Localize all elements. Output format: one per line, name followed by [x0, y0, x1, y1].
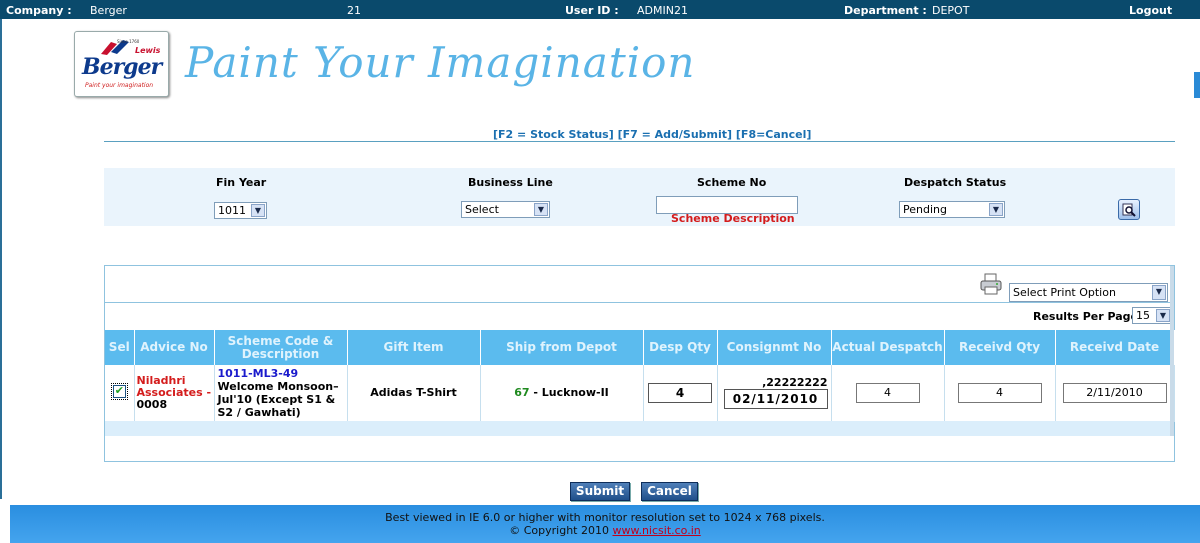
print-option-select[interactable]: Select Print Option ▼	[1009, 283, 1168, 302]
results-per-page-label: Results Per Page:	[1033, 310, 1143, 323]
fin-year-value: 1011	[218, 204, 246, 217]
business-line-value: Select	[465, 203, 499, 216]
col-header: Receivd Date	[1055, 330, 1175, 365]
despatch-status-select[interactable]: Pending ▼	[899, 201, 1005, 218]
depot-name: - Lucknow-II	[529, 386, 609, 400]
col-header: Consignmt No	[717, 330, 832, 365]
business-line-select[interactable]: Select ▼	[461, 201, 550, 218]
print-option-value: Select Print Option	[1013, 286, 1116, 299]
chevron-down-icon: ▼	[1152, 285, 1166, 300]
col-header: Desp Qty	[643, 330, 718, 365]
col-header: Scheme Code & Description	[214, 330, 348, 365]
footer-copyright: © Copyright 2010 www.nicsit.co.in	[10, 524, 1200, 537]
table-header-row: Sel Advice No Scheme Code & Description …	[105, 330, 1175, 365]
submit-button[interactable]: Submit	[570, 482, 630, 501]
top-info-bar: Company : Berger 21 User ID : ADMIN21 De…	[0, 0, 1200, 19]
scheme-description: Welcome Monsoon–Jul'10 (Except S1 & S2 /…	[217, 379, 339, 419]
results-grid: Select Print Option ▼ Results Per Page: …	[104, 265, 1175, 462]
consignment-date-input[interactable]: 02/11/2010	[723, 389, 828, 410]
user-id-label: User ID :	[565, 4, 619, 17]
table-row: Niladhri Associates - 0008 1011-ML3-49 W…	[105, 365, 1175, 422]
advice-number: 0008	[136, 397, 168, 411]
row-select-checkbox[interactable]	[110, 382, 128, 400]
company-value: Berger	[90, 4, 127, 17]
chevron-down-icon: ▼	[989, 203, 1003, 216]
logout-link[interactable]: Logout	[1129, 4, 1172, 17]
received-qty-input[interactable]: 4	[957, 382, 1042, 403]
footer: Best viewed in IE 6.0 or higher with mon…	[10, 505, 1200, 543]
depot-code: 67	[514, 386, 530, 400]
grid-footer-band	[105, 421, 1174, 436]
company-label: Company :	[6, 4, 72, 17]
edge-mark	[1194, 72, 1200, 98]
filter-panel: Fin Year 1011 ▼ Business Line Select ▼ S…	[104, 168, 1175, 226]
actual-despatch-input[interactable]: 4	[855, 382, 920, 403]
berger-logo: Since 1760 Lewis Berger Paint your imagi…	[74, 31, 169, 97]
advice-name: Niladhri Associates -	[136, 373, 212, 399]
logo-tag: Paint your imagination	[85, 82, 154, 89]
advice-table: Sel Advice No Scheme Code & Description …	[105, 330, 1175, 422]
footer-link[interactable]: www.nicsit.co.in	[612, 524, 700, 537]
toolbar-divider	[105, 302, 1174, 303]
fin-year-label: Fin Year	[216, 176, 267, 189]
chevron-down-icon: ▼	[1156, 309, 1170, 322]
hotkey-help: [F2 = Stock Status] [F7 = Add/Submit] [F…	[493, 128, 812, 141]
search-icon	[1122, 203, 1136, 217]
grid-scrollbar[interactable]	[1170, 266, 1174, 436]
col-header: Actual Despatch	[831, 330, 945, 365]
sel-cell	[105, 365, 135, 422]
search-button[interactable]	[1118, 199, 1140, 220]
left-border	[0, 19, 2, 499]
consignment-cell: ,22222222 02/11/2010	[717, 365, 832, 422]
user-id-value: ADMIN21	[637, 4, 688, 17]
business-line-label: Business Line	[468, 176, 553, 189]
tagline: Paint Your Imagination	[185, 38, 696, 87]
chevron-down-icon: ▼	[251, 204, 265, 217]
desp-qty-input[interactable]: 4	[648, 382, 712, 403]
divider	[104, 141, 1175, 142]
actual-despatch-cell: 4	[831, 365, 945, 422]
copyright-text: © Copyright 2010	[509, 524, 613, 537]
received-qty-cell: 4	[944, 365, 1056, 422]
received-date-cell: 2/11/2010	[1055, 365, 1175, 422]
department-value: DEPOT	[932, 4, 970, 17]
col-header: Receivd Qty	[944, 330, 1056, 365]
logo-wordmark: Berger	[82, 54, 162, 80]
results-per-page-select[interactable]: 15 ▼	[1132, 307, 1172, 324]
chevron-down-icon: ▼	[534, 203, 548, 216]
scheme-description-label: Scheme Description	[671, 212, 795, 225]
consignment-number: ,22222222	[762, 376, 828, 390]
col-header: Sel	[105, 330, 135, 365]
gift-item-cell: Adidas T-Shirt	[347, 365, 481, 422]
desp-qty-cell: 4	[643, 365, 718, 422]
fin-year-select[interactable]: 1011 ▼	[214, 202, 267, 219]
received-date-input[interactable]: 2/11/2010	[1062, 382, 1167, 403]
col-header: Gift Item	[347, 330, 481, 365]
depot-cell: 67 - Lucknow-II	[480, 365, 644, 422]
scheme-cell: 1011-ML3-49 Welcome Monsoon–Jul'10 (Exce…	[214, 365, 348, 422]
cancel-button[interactable]: Cancel	[641, 482, 698, 501]
footer-resolution-note: Best viewed in IE 6.0 or higher with mon…	[385, 511, 825, 524]
results-per-page-value: 15	[1136, 309, 1150, 322]
col-header: Advice No	[134, 330, 215, 365]
col-header: Ship from Depot	[480, 330, 644, 365]
scheme-code: 1011-ML3-49	[217, 366, 299, 380]
logo-brush-icon: Since 1760 Lewis	[101, 39, 161, 55]
scheme-no-label: Scheme No	[697, 176, 767, 189]
svg-text:Since 1760: Since 1760	[117, 39, 140, 44]
advice-no-cell: Niladhri Associates - 0008	[134, 365, 215, 422]
department-label: Department :	[844, 4, 927, 17]
despatch-status-value: Pending	[903, 203, 947, 216]
despatch-status-label: Despatch Status	[904, 176, 1007, 189]
company-code: 21	[347, 4, 361, 17]
page: Company : Berger 21 User ID : ADMIN21 De…	[0, 0, 1200, 543]
printer-icon[interactable]	[979, 272, 1003, 296]
